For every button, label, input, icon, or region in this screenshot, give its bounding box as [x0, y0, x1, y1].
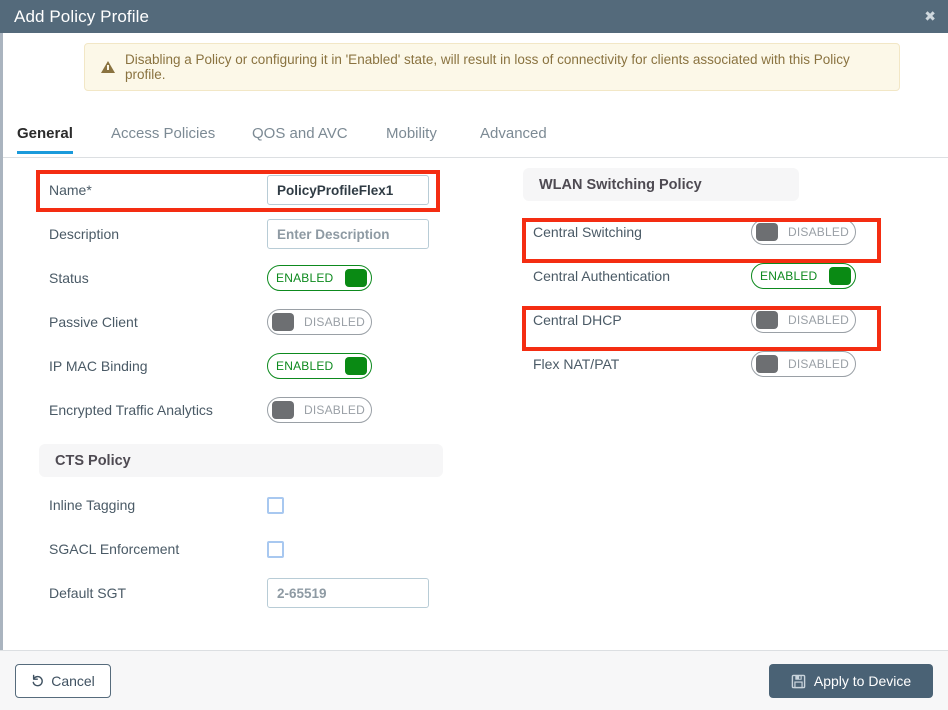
- central-dhcp-toggle[interactable]: DISABLED: [751, 307, 856, 333]
- toggle-knob: [345, 269, 367, 287]
- close-icon[interactable]: ✖: [924, 10, 936, 24]
- central-dhcp-toggle-label: DISABLED: [788, 313, 849, 327]
- status-toggle-label: ENABLED: [276, 271, 334, 285]
- flex-nat-pat-label: Flex NAT/PAT: [533, 356, 620, 372]
- central-authentication-label: Central Authentication: [533, 268, 670, 284]
- toggle-knob: [272, 313, 294, 331]
- toggle-knob: [756, 223, 778, 241]
- field-row-description: Description Enter Description: [39, 212, 443, 256]
- warning-banner-text: Disabling a Policy or configuring it in …: [125, 52, 850, 82]
- inline-tagging-checkbox[interactable]: [267, 496, 284, 514]
- sgacl-enforcement-checkbox[interactable]: [267, 540, 284, 558]
- field-row-default-sgt: Default SGT 2-65519: [39, 571, 443, 615]
- field-row-sgacl-enforcement: SGACL Enforcement: [39, 527, 443, 571]
- general-settings-column: Name* PolicyProfileFlex1 Description Ent…: [39, 168, 443, 615]
- encrypted-traffic-analytics-toggle-label: DISABLED: [304, 403, 365, 417]
- toggle-knob: [345, 357, 367, 375]
- wlan-switching-policy-section-title: WLAN Switching Policy: [539, 176, 702, 193]
- tab-bar: General Access Policies QOS and AVC Mobi…: [3, 125, 948, 158]
- field-row-inline-tagging: Inline Tagging: [39, 483, 443, 527]
- inline-tagging-label: Inline Tagging: [49, 497, 136, 513]
- ip-mac-binding-toggle[interactable]: ENABLED: [267, 353, 372, 379]
- encrypted-traffic-analytics-label: Encrypted Traffic Analytics: [49, 402, 213, 418]
- cancel-button-label: Cancel: [51, 673, 95, 689]
- warning-triangle-icon: [101, 61, 115, 73]
- field-row-central-authentication: Central Authentication ENABLED: [523, 254, 901, 298]
- field-row-central-dhcp: Central DHCP DISABLED: [523, 298, 901, 342]
- field-row-flex-nat-pat: Flex NAT/PAT DISABLED: [523, 342, 901, 386]
- undo-arrow-icon: [32, 674, 44, 687]
- central-authentication-toggle[interactable]: ENABLED: [751, 263, 856, 289]
- cts-policy-section-header: CTS Policy: [39, 444, 443, 477]
- save-disk-icon: [791, 674, 806, 688]
- central-switching-label: Central Switching: [533, 224, 642, 240]
- passive-client-toggle-label: DISABLED: [304, 315, 365, 329]
- status-toggle[interactable]: ENABLED: [267, 265, 372, 291]
- name-input[interactable]: PolicyProfileFlex1: [267, 175, 429, 205]
- field-row-status: Status ENABLED: [39, 256, 443, 300]
- central-dhcp-label: Central DHCP: [533, 312, 622, 328]
- apply-to-device-button[interactable]: Apply to Device: [769, 664, 933, 698]
- ip-mac-binding-label: IP MAC Binding: [49, 358, 148, 374]
- tab-qos-and-avc[interactable]: QOS and AVC: [252, 125, 348, 151]
- description-label: Description: [49, 226, 120, 242]
- wlan-switching-policy-column: WLAN Switching Policy Central Switching …: [523, 168, 901, 386]
- tab-access-policies[interactable]: Access Policies: [111, 125, 215, 151]
- default-sgt-label: Default SGT: [49, 585, 127, 601]
- default-sgt-input[interactable]: 2-65519: [267, 578, 429, 608]
- tab-advanced[interactable]: Advanced: [480, 125, 547, 151]
- central-switching-toggle[interactable]: DISABLED: [751, 219, 856, 245]
- passive-client-toggle[interactable]: DISABLED: [267, 309, 372, 335]
- toggle-knob: [829, 267, 851, 285]
- flex-nat-pat-toggle[interactable]: DISABLED: [751, 351, 856, 377]
- central-authentication-toggle-label: ENABLED: [760, 269, 818, 283]
- sgacl-enforcement-label: SGACL Enforcement: [49, 541, 180, 557]
- central-switching-toggle-label: DISABLED: [788, 225, 849, 239]
- wlan-switching-policy-section-header: WLAN Switching Policy: [523, 168, 799, 201]
- name-label: Name*: [49, 182, 92, 198]
- add-policy-profile-dialog: Add Policy Profile ✖ Disabling a Policy …: [0, 0, 948, 710]
- toggle-knob: [272, 401, 294, 419]
- toggle-knob: [756, 355, 778, 373]
- description-input[interactable]: Enter Description: [267, 219, 429, 249]
- status-label: Status: [49, 270, 89, 286]
- apply-to-device-button-label: Apply to Device: [813, 673, 912, 689]
- cancel-button[interactable]: Cancel: [15, 664, 111, 698]
- encrypted-traffic-analytics-toggle[interactable]: DISABLED: [267, 397, 372, 423]
- field-row-passive-client: Passive Client DISABLED: [39, 300, 443, 344]
- page-title: Add Policy Profile: [14, 6, 150, 26]
- warning-banner: Disabling a Policy or configuring it in …: [84, 43, 900, 91]
- dialog-titlebar: Add Policy Profile ✖: [0, 0, 948, 33]
- tab-mobility[interactable]: Mobility: [386, 125, 437, 151]
- passive-client-label: Passive Client: [49, 314, 138, 330]
- dialog-footer: Cancel Apply to Device: [0, 650, 948, 710]
- toggle-knob: [756, 311, 778, 329]
- flex-nat-pat-toggle-label: DISABLED: [788, 357, 849, 371]
- field-row-encrypted-traffic-analytics: Encrypted Traffic Analytics DISABLED: [39, 388, 443, 432]
- cts-policy-section-title: CTS Policy: [55, 452, 131, 469]
- ip-mac-binding-toggle-label: ENABLED: [276, 359, 334, 373]
- tab-general[interactable]: General: [17, 125, 73, 154]
- field-row-ip-mac-binding: IP MAC Binding ENABLED: [39, 344, 443, 388]
- field-row-central-switching: Central Switching DISABLED: [523, 210, 901, 254]
- field-row-name: Name* PolicyProfileFlex1: [39, 168, 443, 212]
